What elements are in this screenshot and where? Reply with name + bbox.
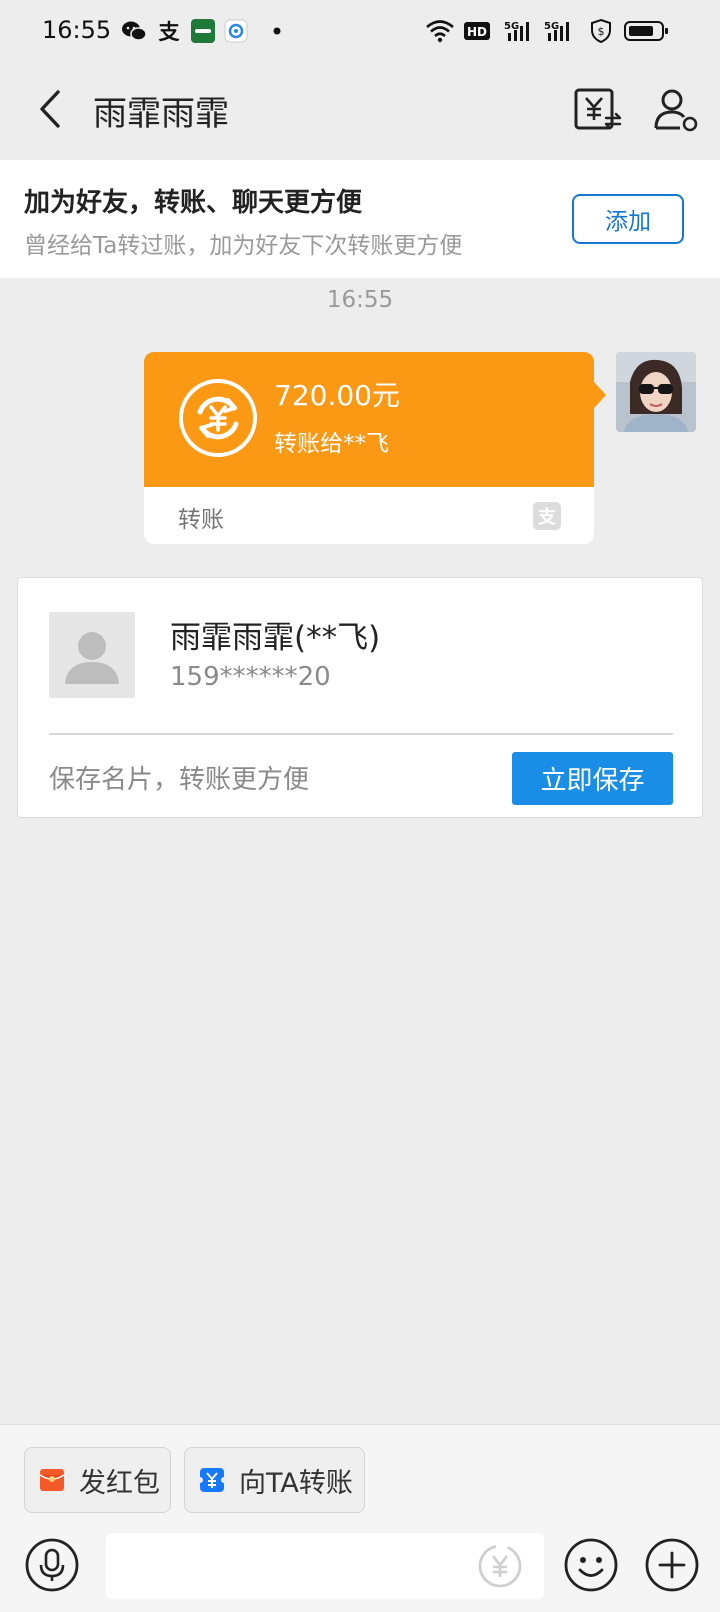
signal-5g-icon: 5G — [502, 18, 536, 44]
yuan-transfer-icon[interactable] — [572, 84, 624, 136]
wechat-icon — [121, 18, 147, 44]
contact-name: 雨霏雨霏(**飞) — [170, 620, 381, 656]
status-bar: 16:55 支 HD 5G 5G $ — [0, 0, 720, 62]
person-settings-icon[interactable] — [650, 84, 702, 136]
alipay-icon: 支 — [532, 501, 562, 531]
default-avatar-icon — [49, 612, 135, 698]
message-timestamp: 16:55 — [326, 287, 394, 313]
contact-card: 雨霏雨霏(**飞) 159******20 保存名片，转账更方便 立即保存 — [17, 577, 703, 818]
save-contact-button[interactable]: 立即保存 — [512, 752, 673, 805]
plus-icon[interactable] — [644, 1537, 700, 1593]
target-icon — [224, 18, 248, 44]
wifi-icon — [424, 18, 456, 44]
save-card-hint: 保存名片，转账更方便 — [49, 765, 310, 795]
hd-label: HD — [467, 25, 487, 39]
yuan-exchange-icon — [178, 378, 258, 458]
microphone-icon[interactable] — [24, 1537, 80, 1593]
transfer-to-ta-label: 向TA转账 — [239, 1467, 353, 1499]
transfer-label: 转账 — [178, 507, 224, 533]
alipay-icon: 支 — [158, 20, 180, 44]
yuan-card-icon — [197, 1467, 227, 1493]
transfer-bubble-footer: 转账 支 — [144, 487, 594, 544]
shield-icon: $ — [588, 18, 614, 44]
red-packet-button[interactable]: 发红包 — [24, 1447, 171, 1513]
transfer-recipient: 转账给**飞 — [274, 431, 389, 457]
page-title: 雨霏雨霏 — [93, 94, 229, 134]
avatar[interactable] — [616, 352, 696, 432]
hd-icon: HD — [462, 18, 492, 44]
banner-subtitle: 曾经给Ta转过账，加为好友下次转账更方便 — [24, 233, 463, 259]
emoji-icon[interactable] — [563, 1537, 619, 1593]
app-icon — [190, 18, 216, 44]
contact-phone: 159******20 — [170, 662, 331, 692]
bubble-tail — [594, 382, 606, 408]
transfer-amount: 720.00元 — [274, 379, 400, 412]
bottom-input-area: 发红包 向TA转账 — [0, 1424, 720, 1612]
nav-bar: 雨霏雨霏 — [0, 62, 720, 160]
transfer-bubble-header: 720.00元 转账给**飞 — [144, 352, 594, 487]
red-packet-icon — [39, 1467, 65, 1493]
chevron-left-icon[interactable] — [28, 84, 74, 134]
divider — [49, 733, 673, 735]
svg-text:支: 支 — [537, 506, 557, 528]
red-packet-label: 发红包 — [79, 1467, 160, 1499]
transfer-to-ta-button[interactable]: 向TA转账 — [184, 1447, 365, 1513]
dot-icon — [272, 18, 282, 44]
yuan-icon[interactable] — [476, 1542, 524, 1590]
signal-5g-icon: 5G — [542, 18, 576, 44]
status-time: 16:55 — [42, 16, 112, 44]
add-friend-banner: 加为好友，转账、聊天更方便 曾经给Ta转过账，加为好友下次转账更方便 添加 — [0, 160, 720, 278]
banner-title: 加为好友，转账、聊天更方便 — [24, 188, 363, 218]
transfer-message-bubble[interactable]: 720.00元 转账给**飞 转账 支 — [144, 352, 606, 544]
svg-text:$: $ — [598, 25, 605, 38]
battery-icon — [624, 18, 670, 44]
add-friend-button[interactable]: 添加 — [572, 194, 684, 244]
